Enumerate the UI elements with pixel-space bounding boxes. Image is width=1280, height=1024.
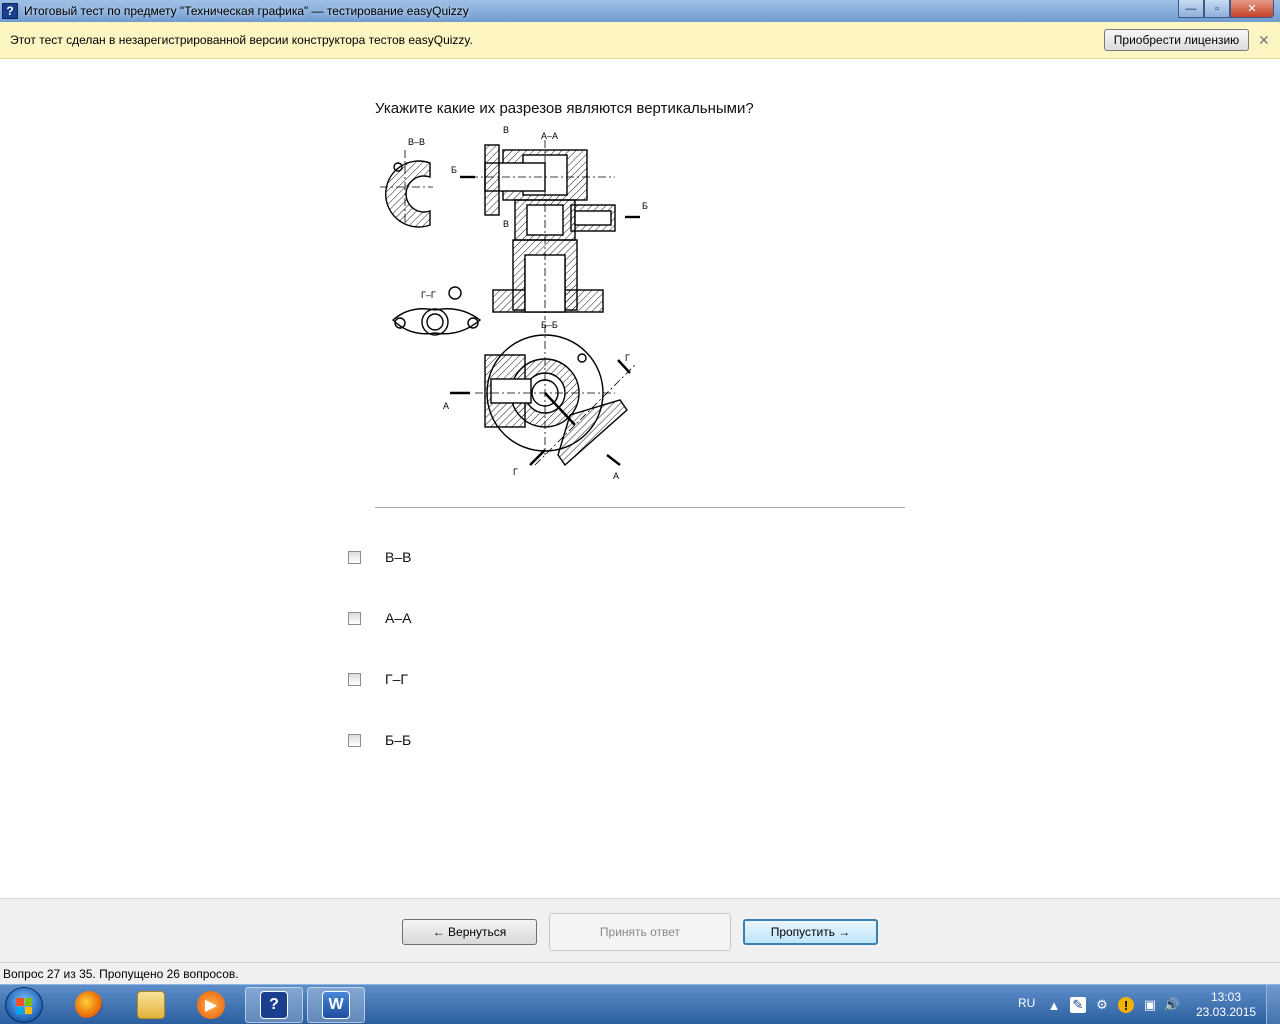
label-aa: А–А [541, 131, 558, 141]
option-3-checkbox[interactable] [348, 672, 361, 686]
show-desktop-button[interactable] [1266, 985, 1280, 1024]
taskbar-firefox[interactable] [60, 987, 118, 1023]
accept-answer-button[interactable]: Принять ответ [549, 913, 731, 951]
taskbar-explorer[interactable] [122, 987, 180, 1023]
start-button[interactable] [5, 987, 43, 1023]
infobar-message: Этот тест сделан в незарегистрированной … [10, 33, 473, 47]
svg-text:В: В [503, 219, 509, 229]
svg-text:Г: Г [625, 353, 630, 363]
unregistered-infobar: Этот тест сделан в незарегистрированной … [0, 22, 1280, 59]
svg-text:А: А [613, 471, 619, 481]
question-text: Укажите какие их разрезов являются верти… [375, 100, 754, 117]
window-title: Итоговый тест по предмету "Техническая г… [24, 4, 469, 18]
taskbar-easyquizzy[interactable]: ? [245, 987, 303, 1023]
clock-date: 23.03.2015 [1196, 1005, 1257, 1019]
section-vv-view [380, 150, 433, 228]
option-3[interactable]: Г–Г [348, 671, 408, 687]
navigation-bar: ← Вернуться Принять ответ Пропустить → [0, 898, 1280, 962]
svg-text:А: А [443, 401, 449, 411]
section-gg-view [391, 286, 482, 336]
option-1[interactable]: В–В [348, 549, 411, 565]
firefox-icon [75, 991, 103, 1019]
taskbar-media-player[interactable]: ▶ [182, 987, 240, 1023]
label-gg: Г–Г [421, 290, 436, 300]
svg-text:В: В [503, 125, 509, 135]
svg-text:Б: Б [642, 201, 648, 211]
windows-logo-icon [16, 998, 32, 1014]
section-aa-view [470, 140, 616, 320]
minimize-button[interactable]: — [1178, 0, 1204, 18]
maximize-button[interactable]: ▫ [1204, 0, 1230, 18]
taskbar: ▶ ? W RU ▲ ✎ ⚙ ! ▣ 🔊 13:03 23.03.2015 [0, 984, 1280, 1024]
window-controls: — ▫ ✕ [1178, 0, 1274, 18]
question-separator [375, 507, 905, 508]
play-icon: ▶ [197, 991, 225, 1019]
option-4-label[interactable]: Б–Б [385, 732, 411, 748]
technical-drawing: В–В А–А Г–Г Б–Б Б Б В В А А Г Г [380, 125, 648, 481]
option-2-label[interactable]: А–А [385, 610, 411, 626]
infobar-close-icon[interactable]: ✕ [1258, 32, 1270, 49]
skip-button[interactable]: Пропустить → [743, 919, 878, 945]
label-bb: Б–Б [541, 320, 558, 330]
option-2[interactable]: А–А [348, 610, 411, 626]
option-4[interactable]: Б–Б [348, 732, 411, 748]
option-3-label[interactable]: Г–Г [385, 671, 408, 687]
svg-text:Г: Г [513, 467, 518, 477]
option-2-checkbox[interactable] [348, 611, 361, 625]
title-bar: ? Итоговый тест по предмету "Техническая… [0, 0, 1280, 22]
network-tray-icon[interactable]: ▣ [1142, 997, 1158, 1013]
option-1-checkbox[interactable] [348, 550, 361, 564]
section-bb-view [475, 325, 636, 467]
question-icon: ? [260, 991, 288, 1019]
word-icon: W [322, 991, 350, 1019]
taskbar-clock[interactable]: 13:03 23.03.2015 [1196, 990, 1256, 1020]
label-vv: В–В [408, 137, 425, 147]
taskbar-word[interactable]: W [307, 987, 365, 1023]
update-tray-icon[interactable]: ⚙ [1094, 997, 1110, 1013]
buy-license-button[interactable]: Приобрести лицензию [1104, 29, 1249, 51]
show-hidden-icons-icon[interactable]: ▲ [1046, 997, 1062, 1013]
language-indicator[interactable]: RU [1018, 996, 1035, 1010]
alert-tray-icon[interactable]: ! [1118, 997, 1134, 1013]
option-4-checkbox[interactable] [348, 733, 361, 747]
back-button[interactable]: ← Вернуться [402, 919, 537, 945]
folder-icon [137, 991, 165, 1019]
status-bar: Вопрос 27 из 35. Пропущено 26 вопросов. [0, 962, 1280, 984]
status-text: Вопрос 27 из 35. Пропущено 26 вопросов. [3, 966, 239, 981]
close-button[interactable]: ✕ [1230, 0, 1274, 18]
option-1-label[interactable]: В–В [385, 549, 411, 565]
clock-time: 13:03 [1210, 990, 1242, 1004]
app-question-icon: ? [2, 3, 18, 19]
pen-tray-icon[interactable]: ✎ [1070, 997, 1086, 1013]
svg-text:Б: Б [451, 165, 457, 175]
volume-icon[interactable]: 🔊 [1164, 997, 1180, 1013]
